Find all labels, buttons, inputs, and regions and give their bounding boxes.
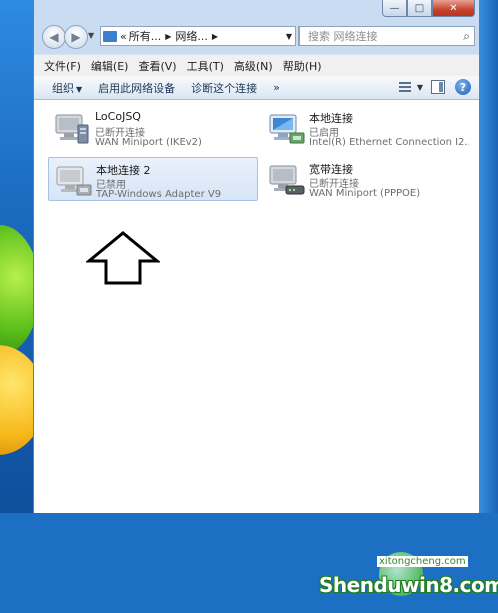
disabled-connection-icon (56, 166, 92, 196)
enable-device-button[interactable]: 启用此网络设备 (98, 80, 175, 96)
menu-view[interactable]: 查看(V) (138, 58, 176, 74)
search-icon[interactable]: ⌕ (463, 29, 470, 44)
forward-arrow-icon: ▶ (71, 30, 81, 44)
breadcrumb-arrow-icon[interactable]: ▶ (165, 32, 171, 41)
connection-adapter: TAP-Windows Adapter V9 (96, 189, 222, 200)
breadcrumb-network[interactable]: 网络... (175, 28, 208, 44)
watermark-subtitle: xitongcheng.com (377, 556, 468, 567)
vpn-connection-icon (55, 114, 89, 144)
forward-button[interactable]: ▶ (64, 25, 88, 49)
connection-adapter: Intel(R) Ethernet Connection I2... (309, 137, 469, 148)
connection-item-locojsq[interactable]: LoCoJSQ 已断开连接 WAN Miniport (IKEv2) (48, 106, 258, 150)
help-icon[interactable]: ? (455, 79, 471, 95)
connection-item-local-2[interactable]: 本地连接 2 已禁用 TAP-Windows Adapter V9 (48, 157, 258, 201)
change-view-icon[interactable] (397, 80, 413, 94)
preview-pane-icon[interactable] (431, 80, 445, 94)
organize-label: 组织 (52, 81, 74, 95)
diagnose-button[interactable]: 诊断这个连接 (191, 80, 257, 96)
command-bar: 组织 ▼ 启用此网络设备 诊断这个连接 » ▼ ? (34, 76, 479, 100)
lan-connection-icon (269, 114, 305, 144)
menu-edit[interactable]: 编辑(E) (91, 58, 129, 74)
connection-adapter: WAN Miniport (IKEv2) (95, 137, 202, 148)
connection-item-local[interactable]: 本地连接 已启用 Intel(R) Ethernet Connection I2… (262, 106, 472, 150)
desktop-wallpaper-strip (478, 0, 498, 513)
menu-help[interactable]: 帮助(H) (283, 58, 322, 74)
connections-list: LoCoJSQ 已断开连接 WAN Miniport (IKEv2) 本地连接 … (34, 100, 498, 597)
view-controls: ▼ ? (397, 79, 471, 95)
broadband-connection-icon (269, 165, 305, 195)
caption-buttons: — □ ✕ (382, 0, 475, 17)
connection-adapter: WAN Miniport (PPPOE) (309, 188, 421, 199)
organize-button[interactable]: 组织 ▼ (52, 80, 82, 96)
chevron-down-icon: ▼ (76, 84, 83, 94)
address-dropdown-icon[interactable]: ▼ (286, 32, 292, 41)
view-dropdown-icon[interactable]: ▼ (417, 83, 423, 92)
back-arrow-icon: ◀ (49, 30, 59, 44)
network-connections-window: — □ ✕ ◀ ▶ ▼ « 所有... ▶ 网络... ▶ ▼ ↻ 搜索 网络连… (33, 0, 498, 597)
annotation-up-arrow-icon (86, 231, 160, 285)
recent-pages-dropdown[interactable]: ▼ (88, 31, 94, 40)
breadcrumb-arrow-icon[interactable]: ▶ (212, 32, 218, 41)
title-bar: — □ ✕ (34, 0, 479, 22)
breadcrumb-all-control-panel[interactable]: 所有... (129, 28, 162, 44)
menu-tools[interactable]: 工具(T) (187, 58, 224, 74)
connection-item-broadband[interactable]: 宽带连接 已断开连接 WAN Miniport (PPPOE) (262, 157, 472, 201)
menu-advanced[interactable]: 高级(N) (234, 58, 273, 74)
close-button[interactable]: ✕ (432, 0, 475, 17)
address-overflow[interactable]: « (120, 30, 127, 43)
maximize-button[interactable]: □ (407, 0, 432, 17)
address-bar[interactable]: « 所有... ▶ 网络... ▶ ▼ (100, 26, 296, 46)
address-row: ◀ ▶ ▼ « 所有... ▶ 网络... ▶ ▼ ↻ 搜索 网络连接 ⌕ (34, 22, 479, 52)
minimize-button[interactable]: — (382, 0, 407, 17)
more-commands-button[interactable]: » (273, 81, 280, 94)
menu-bar: 文件(F) 编辑(E) 查看(V) 工具(T) 高级(N) 帮助(H) (34, 54, 479, 76)
site-watermark: xitongcheng.com Shenduwin8.com (319, 552, 498, 613)
search-input[interactable]: 搜索 网络连接 ⌕ (299, 26, 475, 46)
back-button[interactable]: ◀ (42, 25, 66, 49)
watermark-title: Shenduwin8.com (319, 573, 498, 597)
search-placeholder: 搜索 网络连接 (308, 30, 378, 43)
menu-file[interactable]: 文件(F) (44, 58, 81, 74)
control-panel-icon (103, 30, 117, 42)
connection-name: LoCoJSQ (95, 110, 141, 123)
